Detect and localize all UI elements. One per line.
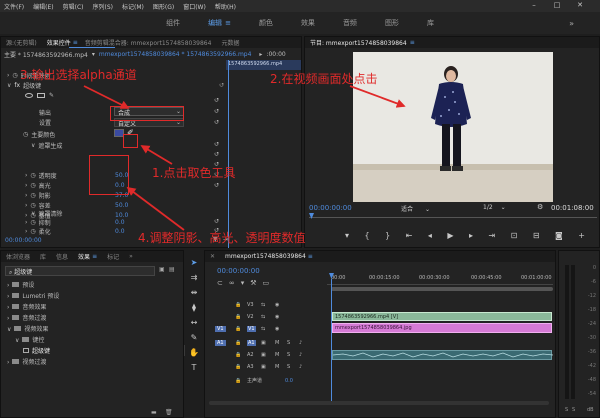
- annotation-arrows: [83, 85, 406, 231]
- arrow-video: [349, 85, 406, 108]
- arrow-eyedropper: [140, 145, 173, 165]
- arrow-output: [83, 85, 130, 109]
- arrow-values: [126, 186, 185, 231]
